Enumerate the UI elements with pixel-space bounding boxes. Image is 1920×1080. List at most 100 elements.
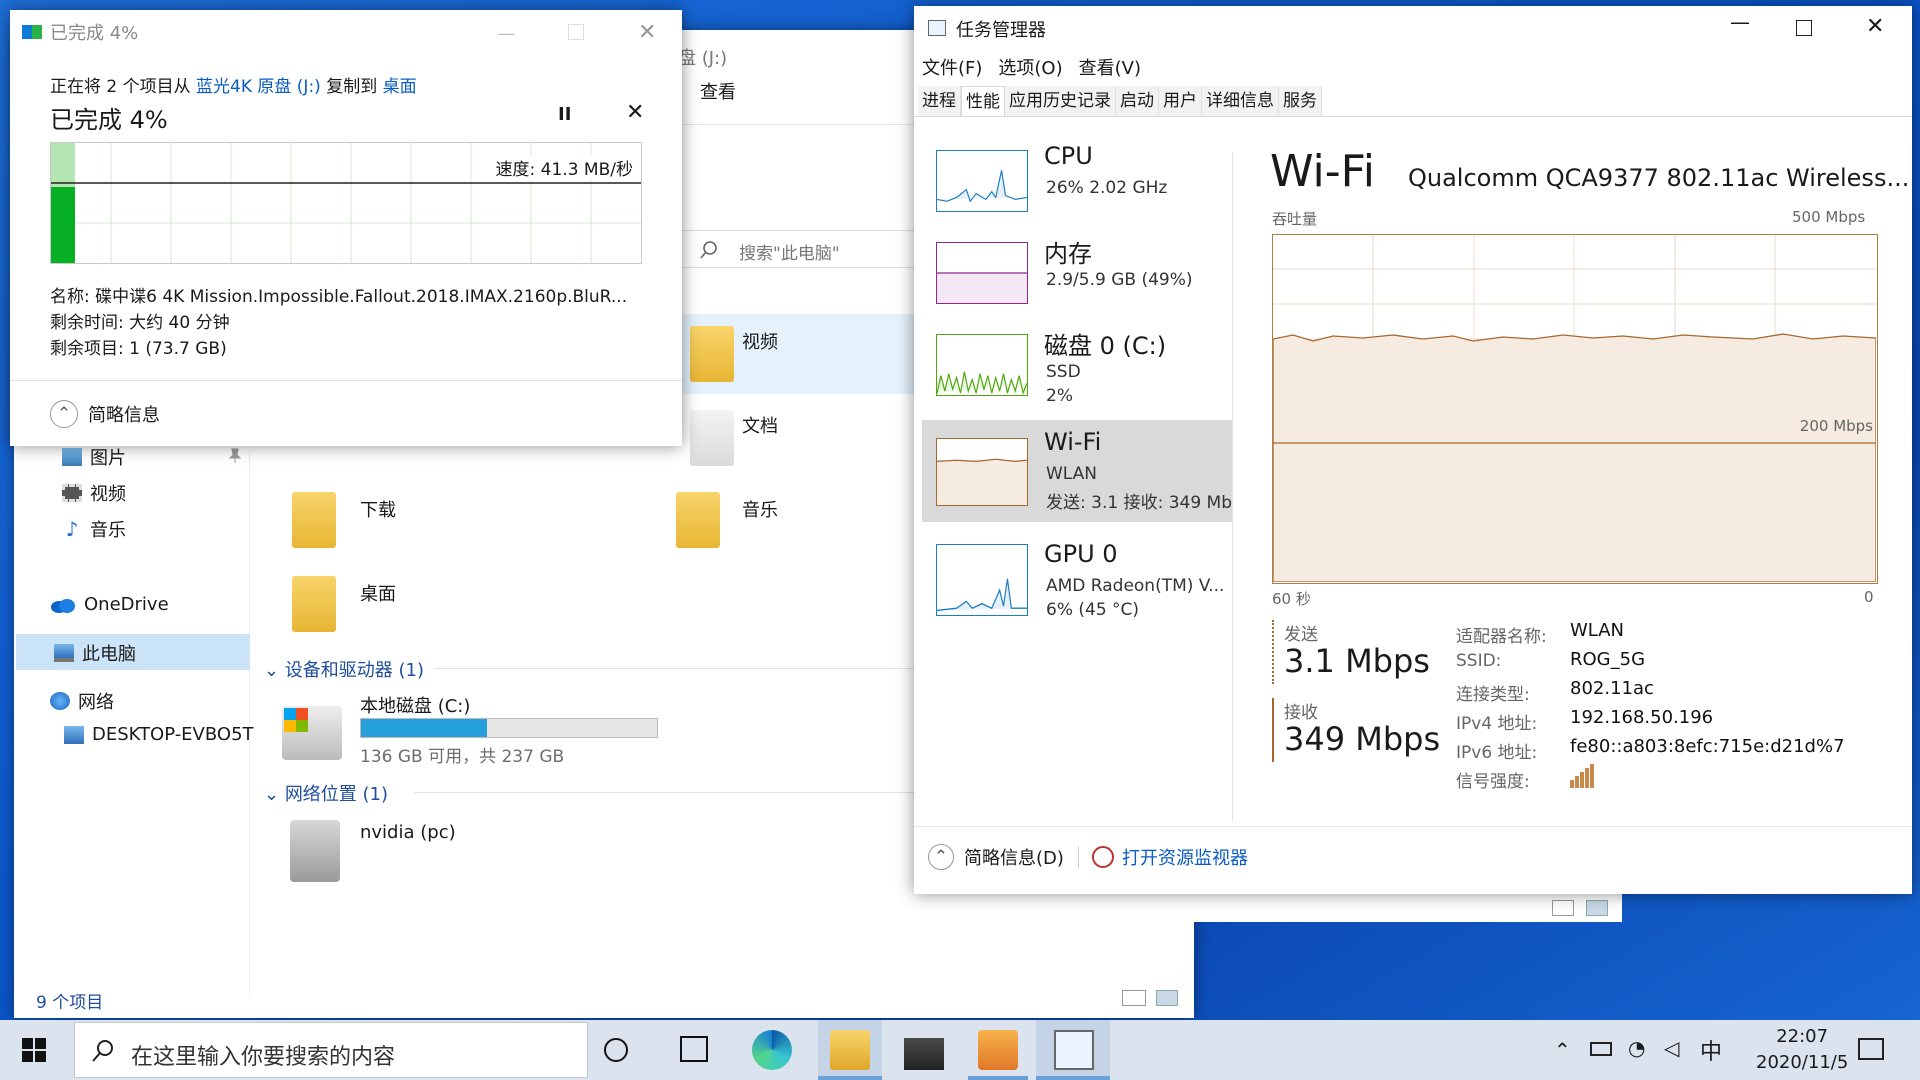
tab-startup[interactable]: 启动 — [1116, 86, 1159, 116]
folder-music-label[interactable]: 音乐 — [742, 496, 778, 522]
ime-indicator[interactable]: 中 — [1700, 1034, 1722, 1066]
wifi-title: Wi-Fi — [1044, 428, 1102, 456]
menu-options[interactable]: 选项(O) — [998, 54, 1062, 80]
clock[interactable]: 22:07 2020/11/5 — [1756, 1024, 1848, 1076]
destination-link[interactable]: 桌面 — [383, 77, 417, 97]
start-windows-icon[interactable] — [22, 1038, 46, 1062]
menu-view[interactable]: 查看(V) — [1079, 54, 1141, 80]
group-header-devices[interactable]: ⌄ 设备和驱动器 (1) — [264, 656, 424, 682]
nav-item-pictures[interactable]: 图片 — [62, 444, 126, 470]
items-remaining-row: 剩余项目: 1 (73.7 GB) — [50, 339, 227, 359]
receive-area — [1272, 333, 1877, 583]
tab-services[interactable]: 服务 — [1279, 86, 1322, 116]
pictures-icon — [62, 448, 82, 466]
battery-icon[interactable] — [1590, 1042, 1612, 1056]
tab-divider — [914, 116, 1912, 117]
fewer-details-button[interactable]: ⌃ 简略信息(D) — [928, 844, 1064, 870]
tab-processes[interactable]: 进程 — [918, 86, 961, 116]
folder-videos-label[interactable]: 视频 — [742, 328, 778, 354]
tab-details[interactable]: 详细信息 — [1202, 86, 1279, 116]
task-view-icon[interactable] — [680, 1036, 708, 1062]
nav-item-videos[interactable]: 视频 — [62, 480, 126, 506]
folder-desktop-label[interactable]: 桌面 — [360, 580, 396, 606]
less-details-button[interactable]: ⌃ 简略信息 — [50, 400, 160, 428]
volume-icon[interactable]: ◁ — [1664, 1036, 1679, 1060]
status-item-count: 9 个项目 — [36, 993, 104, 1013]
cloud-icon — [51, 598, 75, 613]
wifi-icon[interactable]: ◔ — [1628, 1036, 1645, 1060]
large-icons-view-icon[interactable] — [1156, 990, 1178, 1006]
nav-item-desktop-pc[interactable]: DESKTOP-EVBO5T — [64, 724, 254, 745]
ribbon-tab-view[interactable]: 查看 — [700, 78, 736, 104]
chevron-up-icon[interactable]: ⌃ — [1554, 1038, 1571, 1062]
group-header-network-locations[interactable]: ⌄ 网络位置 (1) — [264, 780, 388, 806]
drive-space-text: 136 GB 可用，共 237 GB — [360, 747, 565, 767]
music-icon: ♪ — [65, 517, 79, 541]
info-key-connection-type: 连接类型: — [1456, 685, 1530, 705]
info-value-ssid: ROG_5G — [1570, 649, 1646, 670]
gpu-model: AMD Radeon(TM) V... — [1046, 576, 1225, 596]
info-value-connection-type: 802.11ac — [1570, 678, 1654, 699]
notification-center-icon[interactable] — [1858, 1038, 1884, 1060]
copy-description: 正在将 2 个项目从 蓝光4K 原盘 (J:) 复制到 桌面 — [50, 77, 417, 97]
close-button[interactable]: ✕ — [1866, 14, 1884, 39]
nav-item-onedrive[interactable]: OneDrive — [50, 594, 169, 615]
chevron-up-icon: ⌃ — [50, 400, 78, 428]
tab-performance[interactable]: 性能 — [961, 86, 1005, 116]
taskbar-search-box[interactable]: 在这里输入你要搜索的内容 — [74, 1022, 588, 1078]
folder-documents-label[interactable]: 文档 — [742, 412, 778, 438]
gpu-sparkline — [936, 544, 1028, 616]
info-key-adapter: 适配器名称: — [1456, 627, 1547, 647]
disk-usage: 2% — [1046, 386, 1073, 406]
tab-app-history[interactable]: 应用历史记录 — [1005, 86, 1116, 116]
detail-title: Wi-Fi — [1270, 146, 1375, 197]
pin-icon[interactable] — [228, 448, 242, 464]
minimize-button[interactable]: — — [498, 24, 515, 44]
perf-item-disk[interactable]: 磁盘 0 (C:) SSD 2% — [922, 320, 1232, 414]
tab-users[interactable]: 用户 — [1159, 86, 1202, 116]
cortana-icon[interactable] — [604, 1038, 628, 1062]
group-divider — [414, 792, 934, 793]
speed-chart: 速度: 41.3 MB/秒 — [50, 142, 642, 264]
network-icon — [50, 692, 70, 710]
graph-mid-label: 200 Mbps — [1799, 417, 1873, 435]
menu-bar: 文件(F) 选项(O) 查看(V) — [922, 54, 1141, 80]
pause-button[interactable]: II — [558, 104, 571, 125]
adapter-name: Qualcomm QCA9377 802.11ac Wireless... — [1408, 164, 1910, 192]
details-view-icon[interactable] — [1122, 990, 1146, 1006]
drive-name[interactable]: 本地磁盘 (C:) — [360, 692, 470, 718]
mail-icon[interactable] — [904, 1038, 944, 1070]
minimize-button[interactable]: — — [1730, 10, 1750, 34]
nav-item-network[interactable]: 网络 — [50, 688, 114, 714]
media-player-icon[interactable] — [978, 1030, 1018, 1070]
perf-item-memory[interactable]: 内存 2.9/5.9 GB (49%) — [922, 228, 1232, 322]
copy-progress-dialog: 已完成 4% — ✕ 正在将 2 个项目从 蓝光4K 原盘 (J:) 复制到 桌… — [10, 10, 682, 446]
cpu-title: CPU — [1044, 142, 1093, 170]
open-resource-monitor-link[interactable]: 打开资源监视器 — [1092, 844, 1248, 870]
network-item-label[interactable]: nvidia (pc) — [360, 822, 456, 843]
download-folder-icon — [292, 492, 336, 548]
nav-item-music[interactable]: ♪ 音乐 — [62, 516, 126, 542]
details-view-icon[interactable] — [1552, 900, 1574, 916]
large-icons-view-icon[interactable] — [1586, 900, 1608, 916]
perf-item-cpu[interactable]: CPU 26% 2.02 GHz — [922, 136, 1232, 230]
source-link[interactable]: 蓝光4K 原盘 (J:) — [196, 77, 321, 97]
cancel-button[interactable]: ✕ — [626, 100, 644, 125]
maximize-button[interactable] — [568, 24, 584, 40]
wifi-adapter: WLAN — [1046, 464, 1098, 484]
search-icon — [92, 1040, 113, 1062]
task-manager-icon[interactable] — [1054, 1030, 1094, 1070]
videos-icon — [62, 484, 82, 502]
nav-label: OneDrive — [84, 594, 169, 615]
sidebar-divider — [1232, 152, 1233, 822]
edge-browser-icon[interactable] — [752, 1030, 792, 1070]
maximize-button[interactable] — [1796, 20, 1812, 36]
perf-item-gpu[interactable]: GPU 0 AMD Radeon(TM) V... 6% (45 °C) — [922, 534, 1232, 628]
perf-item-wifi[interactable]: Wi-Fi WLAN 发送: 3.1 接收: 349 Mb — [922, 420, 1232, 522]
file-explorer-icon[interactable] — [830, 1030, 870, 1070]
close-button[interactable]: ✕ — [638, 20, 656, 45]
nav-item-this-pc[interactable]: 此电脑 — [54, 640, 136, 666]
folder-downloads-label[interactable]: 下载 — [360, 496, 396, 522]
nav-label: DESKTOP-EVBO5T — [92, 724, 254, 745]
menu-file[interactable]: 文件(F) — [922, 54, 982, 80]
